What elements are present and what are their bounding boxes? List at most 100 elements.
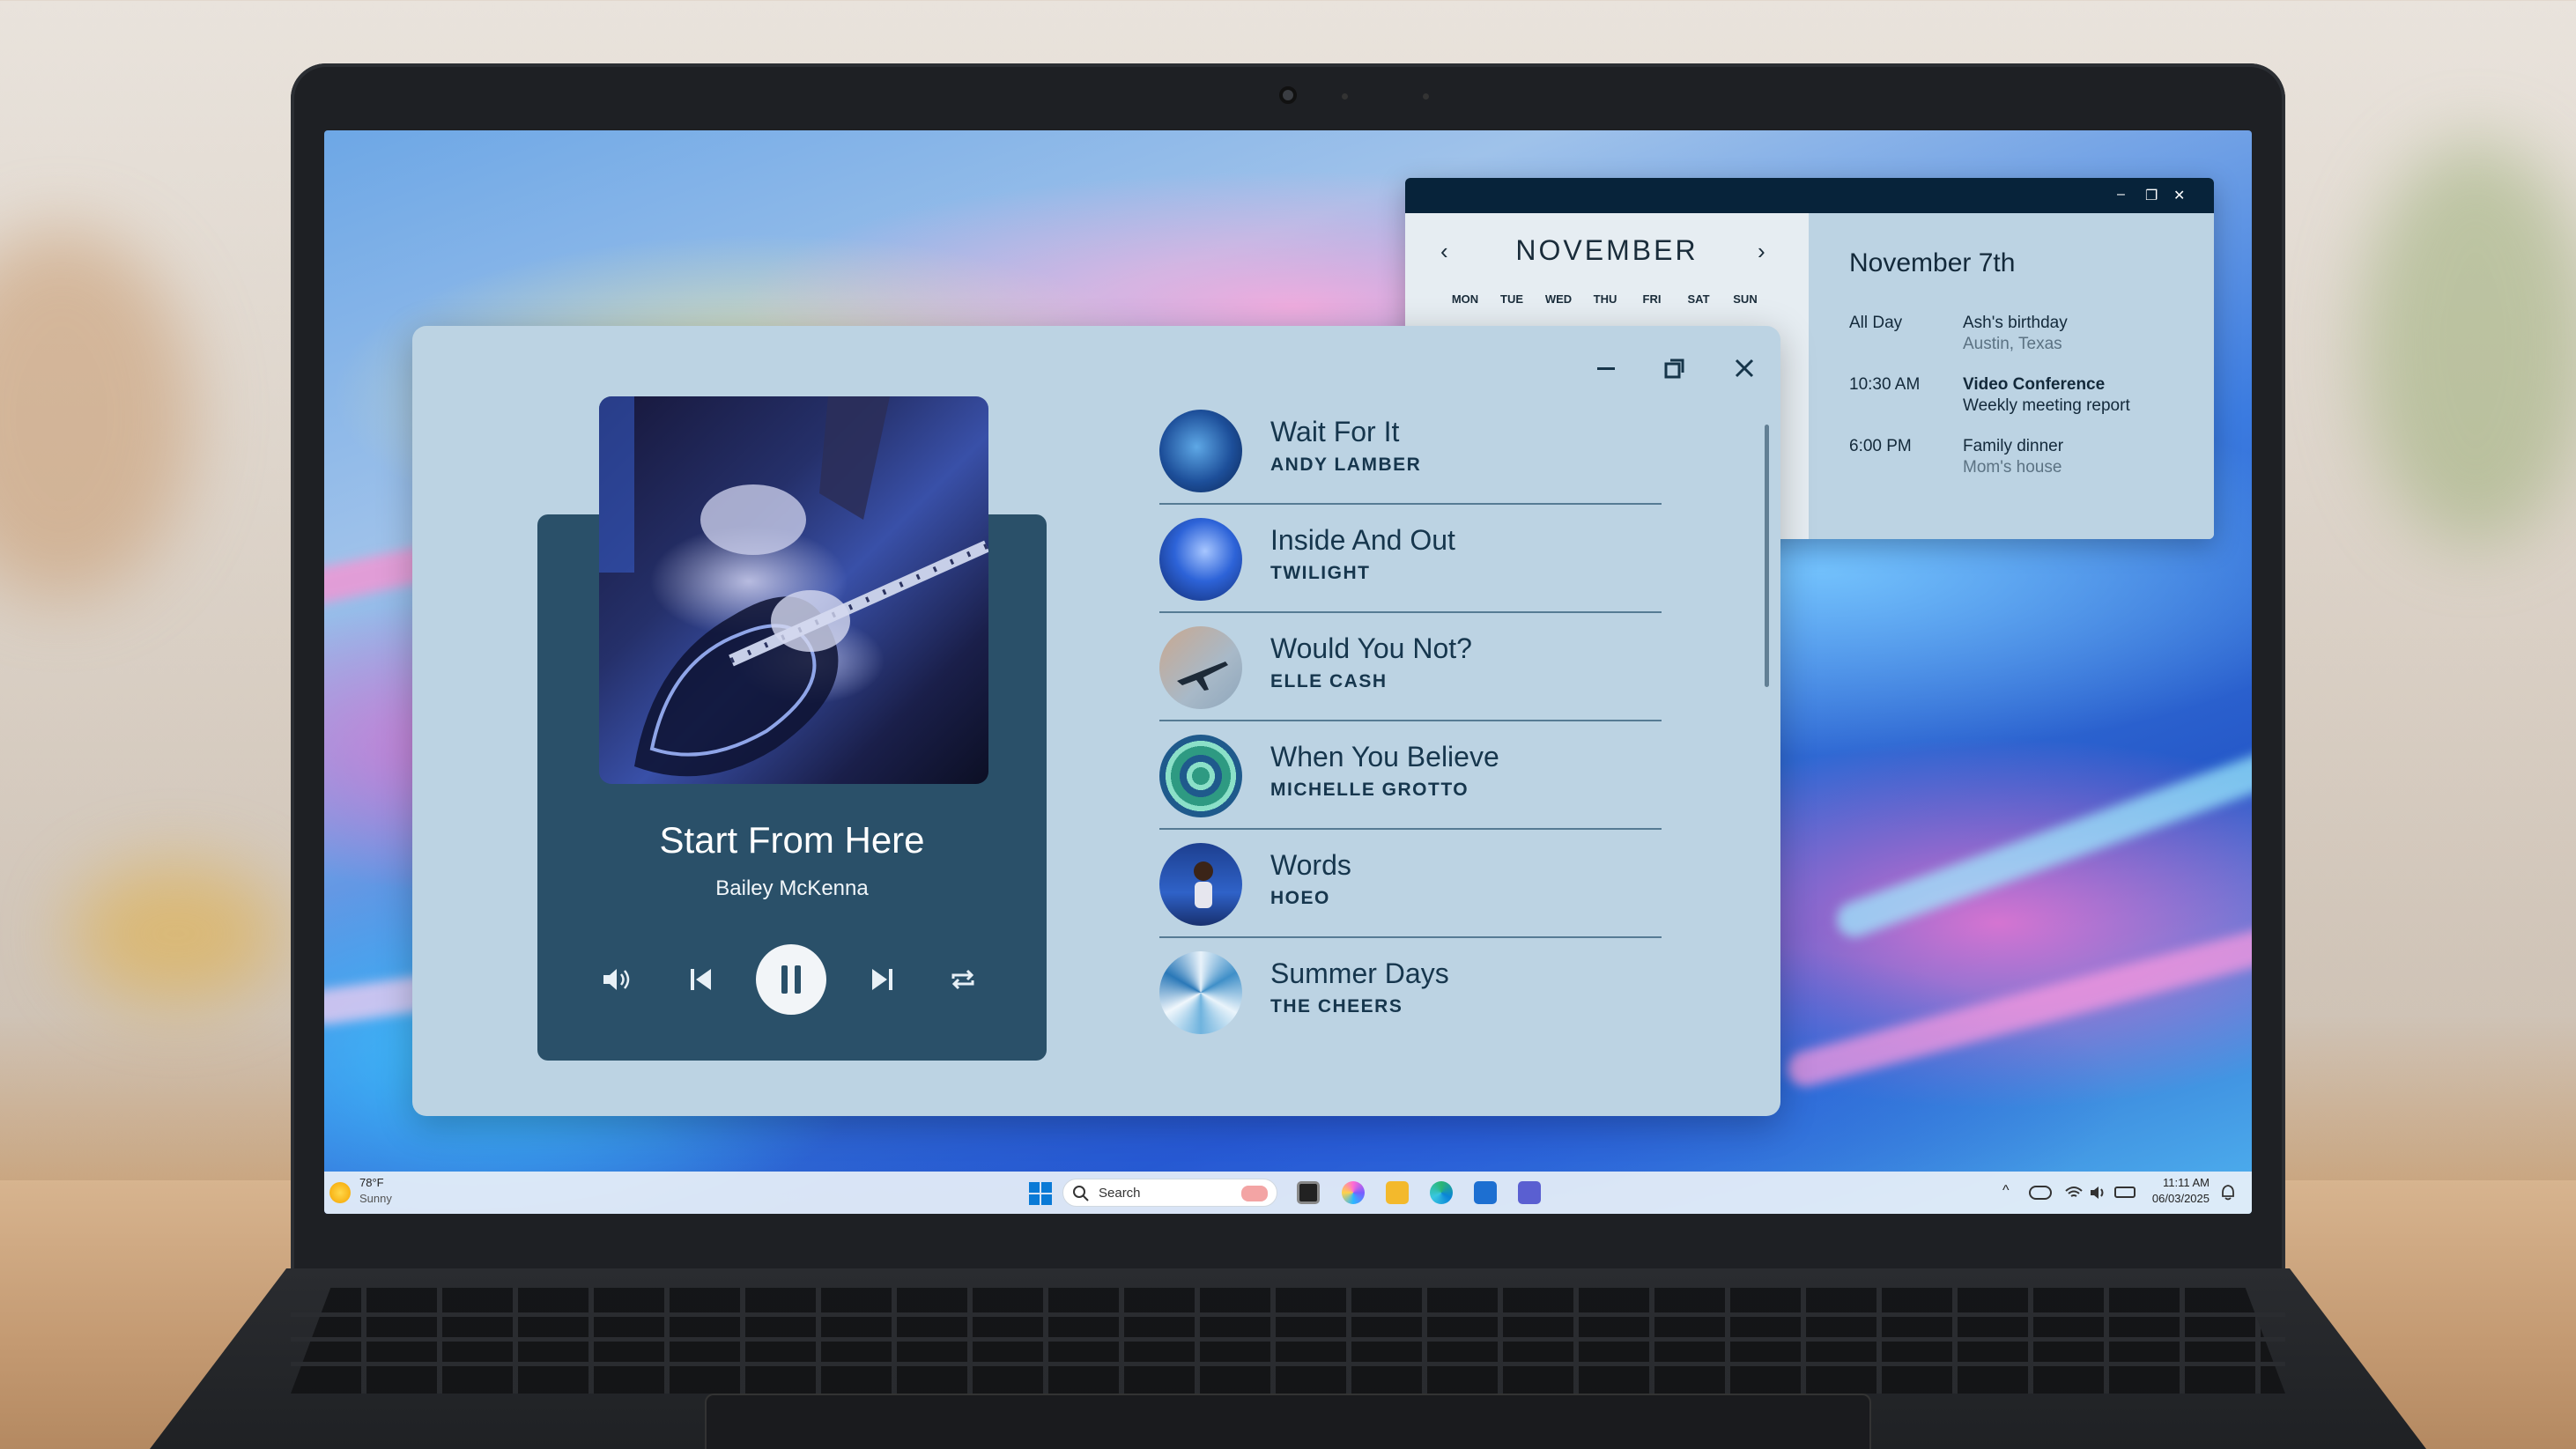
task-view-icon[interactable] [1297,1181,1320,1204]
event-time: 10:30 AM [1849,375,1921,394]
track-artist: MICHELLE GROTTO [1270,780,1469,800]
touchpad [705,1394,1871,1449]
sensor-dot [1342,93,1348,100]
track-title: Inside And Out [1270,524,1455,556]
album-cover [599,396,988,784]
calendar-next-button[interactable]: › [1758,238,1765,265]
playlist-scrollbar[interactable] [1765,425,1769,687]
track-artist: TWILIGHT [1270,563,1371,583]
playlist-item[interactable]: Summer Days THE CHEERS [1159,938,1662,1046]
play-pause-button[interactable] [756,944,826,1015]
track-title: Summer Days [1270,957,1449,989]
music-player-window[interactable]: Start From Here Bailey McKenna Wait For … [412,326,1780,1116]
weekday-label: FRI [1642,292,1662,306]
calendar-restore-button[interactable]: ❐ [2145,187,2158,204]
person-icon [1194,861,1213,908]
airplane-icon [1177,662,1228,691]
track-title: Wait For It [1270,416,1400,447]
track-art [1159,626,1242,709]
weekday-label: THU [1593,292,1617,306]
weather-temp[interactable]: 78°F [359,1176,384,1189]
track-title: Words [1270,849,1351,881]
weather-sun-icon[interactable] [329,1182,351,1203]
volume-icon [603,969,630,990]
next-button[interactable] [863,960,902,999]
taskbar-search[interactable]: Search [1062,1179,1277,1207]
track-title: When You Believe [1270,741,1499,773]
wallpaper-streak [1832,728,2252,943]
search-highlight-icon [1241,1186,1268,1201]
speaker-icon[interactable] [2089,1185,2108,1201]
weekday-label: SUN [1733,292,1758,306]
track-artist: ELLE CASH [1270,671,1388,691]
close-button[interactable] [1727,351,1762,386]
background-plant-blur [2361,141,2576,546]
now-playing-artist: Bailey McKenna [715,876,869,900]
calendar-titlebar[interactable]: – ❐ ✕ [1405,178,2214,213]
repeat-button[interactable] [944,960,982,999]
clock-time[interactable]: 11:11 AM [2148,1176,2210,1189]
keyboard-row-gap [291,1362,2285,1366]
weather-condition[interactable]: Sunny [359,1192,392,1205]
store-icon[interactable] [1474,1181,1497,1204]
track-art [1159,518,1242,601]
calendar-minimize-button[interactable]: – [2117,187,2125,203]
webcam [1279,86,1297,104]
keyboard-row-gap [291,1312,2285,1317]
sensor-dot [1423,93,1429,100]
onedrive-icon[interactable] [2029,1186,2052,1200]
playlist-item[interactable]: When You Believe MICHELLE GROTTO [1159,721,1662,830]
track-art [1159,410,1242,492]
event-title[interactable]: Video Conference [1963,375,2105,395]
event-title[interactable]: Family dinner [1963,437,2063,456]
notification-bell-icon[interactable] [2220,1184,2236,1201]
search-icon [1073,1186,1089,1201]
track-art [1159,951,1242,1034]
previous-button[interactable] [681,960,720,999]
weekday-label: SAT [1687,292,1710,306]
playlist-item[interactable]: Inside And Out TWILIGHT [1159,505,1662,613]
minimize-button[interactable] [1588,351,1624,386]
guitar-photo-icon [599,396,988,777]
event-time: 6:00 PM [1849,437,1912,455]
calendar-agenda-panel: November 7th All Day Ash's birthday Aust… [1809,213,2214,539]
file-explorer-icon[interactable] [1386,1181,1409,1204]
restore-button[interactable] [1657,351,1692,386]
playlist-item[interactable]: Words HOEO [1159,830,1662,938]
track-artist: THE CHEERS [1270,996,1403,1017]
taskbar: 78°F Sunny Search ^ 11:11 AM 06/03/2025 [324,1172,2252,1214]
clock-date[interactable]: 06/03/2025 [2141,1192,2210,1205]
calendar-month-label: NOVEMBER [1515,234,1699,266]
battery-icon[interactable] [2114,1187,2136,1198]
close-icon [1735,359,1754,378]
background-vase-blur [0,229,194,599]
desktop-screen: – ❐ ✕ ‹ NOVEMBER › MON TUE WED THU FRI S… [324,130,2252,1214]
tray-overflow-button[interactable]: ^ [2002,1183,2010,1199]
previous-track-icon [691,969,711,990]
playlist-item[interactable]: Would You Not? ELLE CASH [1159,613,1662,721]
copilot-icon[interactable] [1342,1181,1365,1204]
keyboard-row-gap [291,1337,2285,1342]
pause-icon [781,965,801,994]
selected-date: November 7th [1849,248,2016,277]
teams-icon[interactable] [1518,1181,1541,1204]
windows-logo-icon [1029,1182,1052,1205]
edge-browser-icon[interactable] [1430,1181,1453,1204]
volume-button[interactable] [597,960,636,999]
repeat-icon [951,969,974,990]
track-artist: ANDY LAMBER [1270,455,1422,475]
track-art [1159,843,1242,926]
playlist-item[interactable]: Wait For It ANDY LAMBER [1159,396,1662,505]
start-button[interactable] [1029,1182,1052,1205]
minimize-icon [1597,367,1615,370]
next-track-icon [872,969,892,990]
event-subtitle: Austin, Texas [1963,335,2062,353]
calendar-close-button[interactable]: ✕ [2173,187,2185,204]
now-playing-title: Start From Here [659,819,925,861]
weekday-label: WED [1544,292,1573,306]
wifi-icon[interactable] [2064,1185,2084,1201]
event-title[interactable]: Ash's birthday [1963,314,2068,333]
track-artist: HOEO [1270,888,1330,908]
weekday-label: MON [1451,292,1479,306]
search-placeholder: Search [1099,1186,1141,1201]
